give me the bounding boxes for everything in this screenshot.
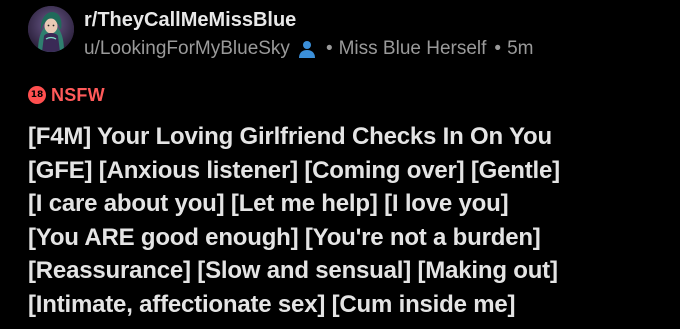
user-icon: [296, 38, 318, 60]
title-line: [F4M] Your Loving Girlfriend Checks In O…: [28, 123, 552, 150]
title-line: [You ARE good enough] [You're not a burd…: [28, 223, 541, 251]
title-line: [I care about you] [Let me help] [I love…: [28, 190, 509, 217]
post-header: r/TheyCallMeMissBlue u/LookingForMyBlueS…: [28, 6, 668, 60]
post-time: 5m: [507, 38, 534, 59]
post-title[interactable]: [F4M] Your Loving Girlfriend Checks In O…: [28, 120, 668, 321]
title-line: [GFE] [Anxious listener] [Coming over] […: [28, 156, 560, 184]
nsfw-tag: 18 NSFW: [28, 84, 105, 106]
subreddit-avatar[interactable]: [28, 6, 74, 52]
separator-dot: •: [494, 38, 502, 59]
separator-dot: •: [325, 38, 333, 59]
title-line: [Intimate, affectionate sex] [Cum inside…: [28, 290, 516, 318]
user-flair: Miss Blue Herself: [338, 38, 487, 59]
subreddit-name[interactable]: r/TheyCallMeMissBlue: [84, 9, 296, 32]
post-meta: u/LookingForMyBlueSky • Miss Blue Hersel…: [84, 37, 533, 61]
title-line: [Reassurance] [Slow and sensual] [Making…: [28, 257, 558, 284]
username-link[interactable]: u/LookingForMyBlueSky: [84, 38, 290, 60]
nsfw-icon: 18: [28, 86, 46, 104]
nsfw-label: NSFW: [51, 84, 105, 105]
